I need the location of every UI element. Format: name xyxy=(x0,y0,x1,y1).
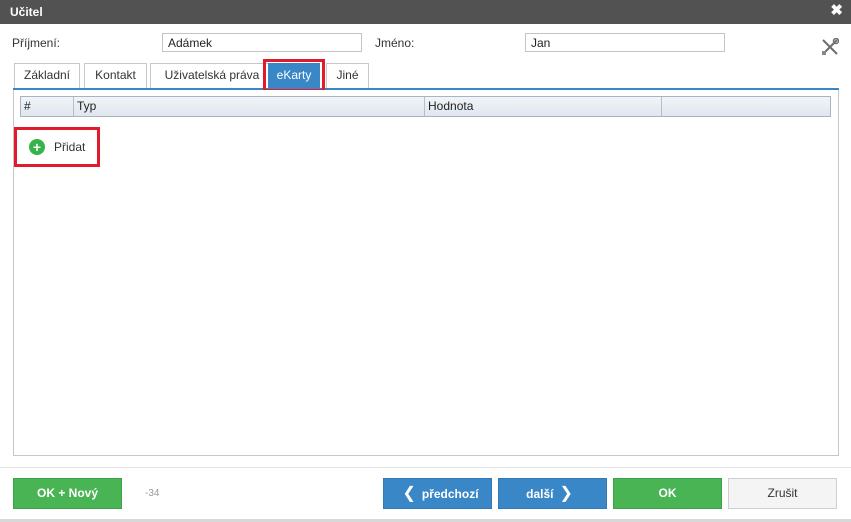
window-title: Učitel xyxy=(10,5,43,19)
window-titlebar: Učitel ✖ xyxy=(0,0,851,24)
record-number: -34 xyxy=(145,488,160,499)
chevron-right-icon: ❯ xyxy=(559,485,573,502)
footer-separator xyxy=(0,467,851,468)
ok-new-button[interactable]: OK + Nový xyxy=(13,478,122,509)
highlight-ekarty-tab xyxy=(263,59,325,92)
chevron-left-icon: ❮ xyxy=(402,485,416,502)
tab-kontakt[interactable]: Kontakt xyxy=(84,63,147,88)
tab-zakladni[interactable]: Základní xyxy=(14,63,80,88)
previous-button-label: předchozí xyxy=(421,487,479,501)
previous-button[interactable]: ❮ předchozí xyxy=(383,478,492,509)
next-button[interactable]: další ❯ xyxy=(498,478,607,509)
highlight-add-button xyxy=(14,127,100,167)
column-header-number[interactable]: # xyxy=(21,97,74,116)
next-button-label: další xyxy=(526,487,554,501)
grid-header: # Typ Hodnota xyxy=(20,96,831,117)
tab-jine[interactable]: Jiné xyxy=(326,63,369,88)
column-header-value[interactable]: Hodnota xyxy=(425,97,662,116)
name-field[interactable] xyxy=(525,33,725,52)
surname-label: Příjmení: xyxy=(12,36,61,50)
tab-panel xyxy=(13,90,839,456)
name-label: Jméno: xyxy=(375,36,415,50)
column-header-extra xyxy=(662,97,830,116)
surname-field[interactable] xyxy=(162,33,362,52)
tools-icon[interactable] xyxy=(821,38,839,56)
cancel-button[interactable]: Zrušit xyxy=(728,478,837,509)
column-header-type[interactable]: Typ xyxy=(74,97,425,116)
ok-button[interactable]: OK xyxy=(613,478,722,509)
tab-uzivatelska-prava[interactable]: Uživatelská práva xyxy=(150,63,274,88)
close-icon[interactable]: ✖ xyxy=(830,3,843,19)
